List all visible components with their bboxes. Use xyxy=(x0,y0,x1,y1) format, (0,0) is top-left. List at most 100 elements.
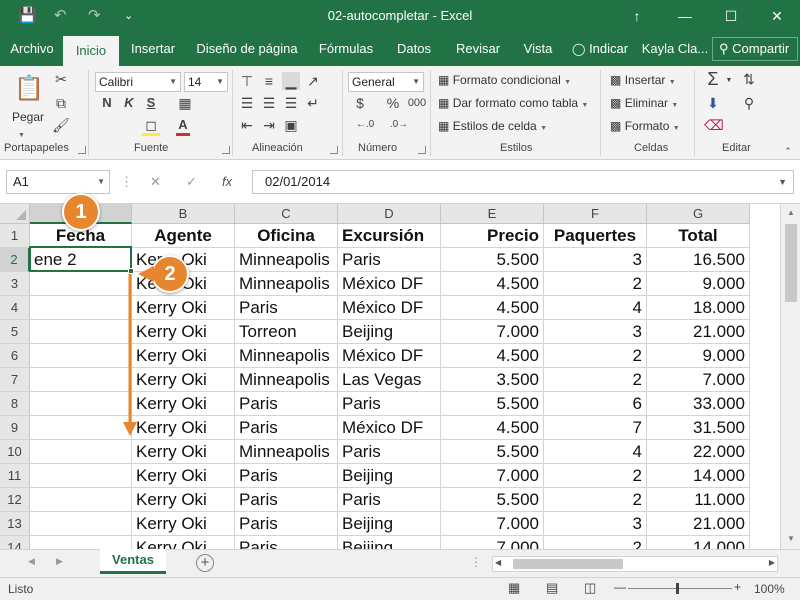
row-header-14[interactable]: 14 xyxy=(0,536,30,549)
align-top-icon[interactable]: ⊤ xyxy=(238,72,256,90)
cell-g5[interactable]: 21.000 xyxy=(647,320,750,344)
column-header-e[interactable]: E xyxy=(441,204,544,224)
copy-icon[interactable]: ⧉ xyxy=(52,94,70,112)
header-cell-d[interactable]: Excursión xyxy=(338,224,441,248)
cell-a12[interactable] xyxy=(30,488,132,512)
italic-button[interactable]: K xyxy=(122,94,136,112)
row-header-7[interactable]: 7 xyxy=(0,368,30,392)
header-cell-c[interactable]: Oficina xyxy=(235,224,338,248)
conditional-format-button[interactable]: ▦ Formato condicional ▼ xyxy=(438,71,571,92)
cell-f3[interactable]: 2 xyxy=(544,272,647,296)
tab-insertar[interactable]: Insertar xyxy=(122,32,184,66)
cell-d3[interactable]: México DF xyxy=(338,272,441,296)
cell-f14[interactable]: 2 xyxy=(544,536,647,549)
cell-e3[interactable]: 4.500 xyxy=(441,272,544,296)
cell-c9[interactable]: Paris xyxy=(235,416,338,440)
zoom-level[interactable]: 100% xyxy=(754,582,785,596)
zoom-in-icon[interactable]: + xyxy=(734,580,741,594)
alineacion-launcher-icon[interactable] xyxy=(330,146,338,154)
autosum-icon[interactable]: Σ xyxy=(704,70,722,88)
cell-g3[interactable]: 9.000 xyxy=(647,272,750,296)
column-header-g[interactable]: G xyxy=(647,204,750,224)
cell-g2[interactable]: 16.500 xyxy=(647,248,750,272)
cell-d11[interactable]: Beijing xyxy=(338,464,441,488)
cell-e10[interactable]: 5.500 xyxy=(441,440,544,464)
font-size-combo[interactable]: 14 ▼ xyxy=(184,72,228,92)
cell-e2[interactable]: 5.500 xyxy=(441,248,544,272)
column-header-b[interactable]: B xyxy=(132,204,235,224)
formula-input[interactable]: 02/01/2014 ▼ xyxy=(252,170,794,194)
row-header-8[interactable]: 8 xyxy=(0,392,30,416)
cell-f12[interactable]: 2 xyxy=(544,488,647,512)
row-header-13[interactable]: 13 xyxy=(0,512,30,536)
vertical-scrollbar[interactable]: ▲ ▼ xyxy=(780,204,800,549)
fuente-launcher-icon[interactable] xyxy=(222,146,230,154)
cell-a7[interactable] xyxy=(30,368,132,392)
tell-me-search[interactable]: ◯ Indicar xyxy=(572,32,636,66)
cell-g12[interactable]: 11.000 xyxy=(647,488,750,512)
cell-g6[interactable]: 9.000 xyxy=(647,344,750,368)
row-header-2[interactable]: 2 xyxy=(0,248,30,272)
cell-e5[interactable]: 7.000 xyxy=(441,320,544,344)
cell-d7[interactable]: Las Vegas xyxy=(338,368,441,392)
row-header-9[interactable]: 9 xyxy=(0,416,30,440)
tab-formulas[interactable]: Fórmulas xyxy=(310,32,382,66)
cell-e6[interactable]: 4.500 xyxy=(441,344,544,368)
row-header-1[interactable]: 1 xyxy=(0,224,30,248)
orientation-icon[interactable]: ↗ xyxy=(304,72,322,90)
cell-f13[interactable]: 3 xyxy=(544,512,647,536)
cell-a3[interactable] xyxy=(30,272,132,296)
cell-d9[interactable]: México DF xyxy=(338,416,441,440)
close-icon[interactable]: ✕ xyxy=(760,5,794,27)
zoom-slider-thumb[interactable] xyxy=(676,583,679,594)
expand-formula-bar-icon[interactable]: ▼ xyxy=(778,171,787,193)
cell-d5[interactable]: Beijing xyxy=(338,320,441,344)
cell-e11[interactable]: 7.000 xyxy=(441,464,544,488)
cell-f11[interactable]: 2 xyxy=(544,464,647,488)
collapse-ribbon-icon[interactable]: ⌃ xyxy=(782,142,794,160)
paste-button-label[interactable]: Pegar xyxy=(12,108,44,126)
cell-f6[interactable]: 2 xyxy=(544,344,647,368)
cell-e12[interactable]: 5.500 xyxy=(441,488,544,512)
increase-decimal-icon[interactable]: ←.0 xyxy=(352,116,378,134)
cell-e8[interactable]: 5.500 xyxy=(441,392,544,416)
minimize-icon[interactable]: — xyxy=(668,5,702,27)
cell-d2[interactable]: Paris xyxy=(338,248,441,272)
cell-a6[interactable] xyxy=(30,344,132,368)
underline-button[interactable]: S xyxy=(144,94,158,112)
wrap-text-icon[interactable]: ↵ xyxy=(304,94,322,112)
row-header-10[interactable]: 10 xyxy=(0,440,30,464)
tab-archivo[interactable]: Archivo xyxy=(4,32,60,66)
sort-filter-icon[interactable]: ⇅ xyxy=(740,70,758,88)
cell-b14[interactable]: Kerry Oki xyxy=(132,536,235,549)
header-cell-b[interactable]: Agente xyxy=(132,224,235,248)
cell-d10[interactable]: Paris xyxy=(338,440,441,464)
cell-a11[interactable] xyxy=(30,464,132,488)
cell-c3[interactable]: Minneapolis xyxy=(235,272,338,296)
name-box[interactable]: A1 ▼ xyxy=(6,170,110,194)
font-color-icon[interactable]: A xyxy=(176,116,190,136)
decrease-indent-icon[interactable]: ⇤ xyxy=(238,116,256,134)
cell-b6[interactable]: Kerry Oki xyxy=(132,344,235,368)
cell-e9[interactable]: 4.500 xyxy=(441,416,544,440)
cell-a8[interactable] xyxy=(30,392,132,416)
cell-b10[interactable]: Kerry Oki xyxy=(132,440,235,464)
format-as-table-button[interactable]: ▦ Dar formato como tabla ▼ xyxy=(438,94,588,115)
cell-b5[interactable]: Kerry Oki xyxy=(132,320,235,344)
scroll-sheets-right-icon[interactable]: ▶ xyxy=(56,556,63,567)
cell-c8[interactable]: Paris xyxy=(235,392,338,416)
fill-icon[interactable]: ⬇ xyxy=(704,94,722,112)
column-header-c[interactable]: C xyxy=(235,204,338,224)
cancel-icon[interactable]: ✕ xyxy=(150,174,161,190)
cell-d13[interactable]: Beijing xyxy=(338,512,441,536)
cell-b9[interactable]: Kerry Oki xyxy=(132,416,235,440)
paste-icon[interactable]: 📋 xyxy=(14,74,44,104)
find-select-icon[interactable]: ⚲ xyxy=(740,94,758,112)
cell-g13[interactable]: 21.000 xyxy=(647,512,750,536)
cell-f9[interactable]: 7 xyxy=(544,416,647,440)
cell-c2[interactable]: Minneapolis xyxy=(235,248,338,272)
cell-c14[interactable]: Paris xyxy=(235,536,338,549)
row-header-11[interactable]: 11 xyxy=(0,464,30,488)
tab-datos[interactable]: Datos xyxy=(388,32,440,66)
cell-c4[interactable]: Paris xyxy=(235,296,338,320)
